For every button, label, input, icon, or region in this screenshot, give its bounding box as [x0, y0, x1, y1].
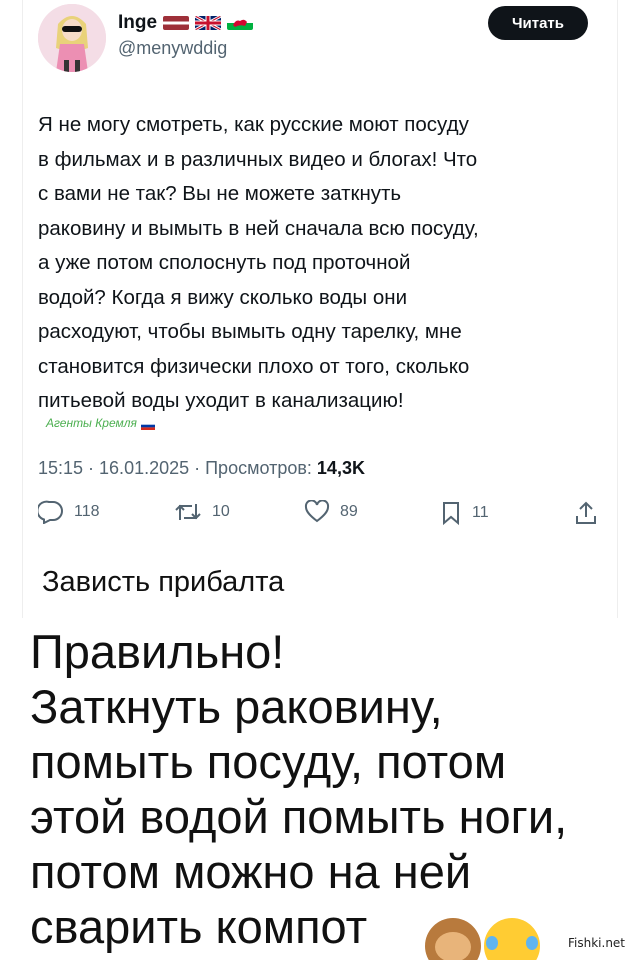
- share-icon: [576, 501, 596, 524]
- comment-line: сварить компот: [30, 900, 368, 953]
- tweet-text-line: водой? Когда я вижу сколько воды они: [38, 285, 408, 309]
- tweet-text-line: становится физически плохо от того, скол…: [38, 354, 470, 378]
- comment-line: потом можно на ней: [30, 845, 472, 898]
- heart-icon: [304, 500, 330, 523]
- bookmark-button[interactable]: 11: [440, 500, 489, 526]
- tweet-text-line: Я не могу смотреть, как русские моют пос…: [38, 113, 469, 136]
- tweet-text-line: расходуют, чтобы вымыть одну тарелку, мн…: [38, 320, 462, 343]
- like-count: 89: [340, 503, 358, 520]
- timestamp[interactable]: 15:15 · 16.01.2025 · Просмотров:: [38, 458, 312, 478]
- comment-line: помыть посуду, потом: [30, 735, 507, 788]
- like-button[interactable]: 89: [304, 500, 358, 524]
- author-name[interactable]: Inge: [118, 12, 157, 34]
- comment-text: Правильно! Заткнуть раковину, помыть пос…: [30, 624, 640, 954]
- avatar[interactable]: [38, 4, 106, 72]
- watermark: Агенты Кремля: [46, 416, 155, 430]
- russia-flag-icon: [140, 419, 155, 430]
- author-handle[interactable]: @menywddig: [118, 38, 227, 59]
- tweet-meta: 15:15 · 16.01.2025 · Просмотров: 14,3K: [38, 458, 365, 479]
- author-row: Inge: [118, 12, 254, 34]
- uk-flag-icon: [195, 16, 222, 30]
- site-watermark: Fishki.net: [568, 936, 626, 950]
- tweet-text-line: в фильмах и в различных видео и блогах! …: [38, 147, 478, 171]
- view-count: 14,3K: [316, 458, 365, 478]
- bookmark-icon: [443, 502, 459, 526]
- follow-button[interactable]: Читать: [488, 6, 588, 40]
- tweet-text-line: раковину и вымыть в ней сначала всю посу…: [38, 216, 479, 240]
- repost-button[interactable]: 10: [174, 500, 230, 524]
- reply-icon: [38, 500, 63, 524]
- comment-line: Заткнуть раковину,: [30, 680, 443, 733]
- tweet-text-line: а уже потом сполоснуть под проточной: [38, 251, 411, 274]
- tweet-actions: 118 10 89 11: [38, 500, 603, 532]
- tweet-screenshot: Inge @menywddig Читать Я не могу смотрет…: [0, 0, 640, 618]
- watermark-text: Агенты Кремля: [46, 416, 137, 430]
- repost-icon: [175, 504, 201, 520]
- caption: Зависть прибалта: [42, 566, 285, 598]
- comment-line: этой водой помыть ноги,: [30, 790, 568, 843]
- comment-line: Правильно!: [30, 625, 285, 678]
- wales-flag-icon: [227, 16, 254, 30]
- tweet-text-line: питьевой воды уходит в канализацию!: [38, 389, 404, 412]
- reply-count: 118: [74, 503, 100, 520]
- share-button[interactable]: [574, 500, 598, 526]
- repost-count: 10: [212, 503, 230, 520]
- tweet-text: Я не могу смотреть, как русские моют пос…: [38, 108, 608, 419]
- reply-button[interactable]: 118: [38, 500, 100, 524]
- tweet-text-line: с вами не так? Вы не можете заткнуть: [38, 182, 402, 205]
- latvia-flag-icon: [163, 16, 190, 30]
- bookmark-count: 11: [472, 504, 489, 521]
